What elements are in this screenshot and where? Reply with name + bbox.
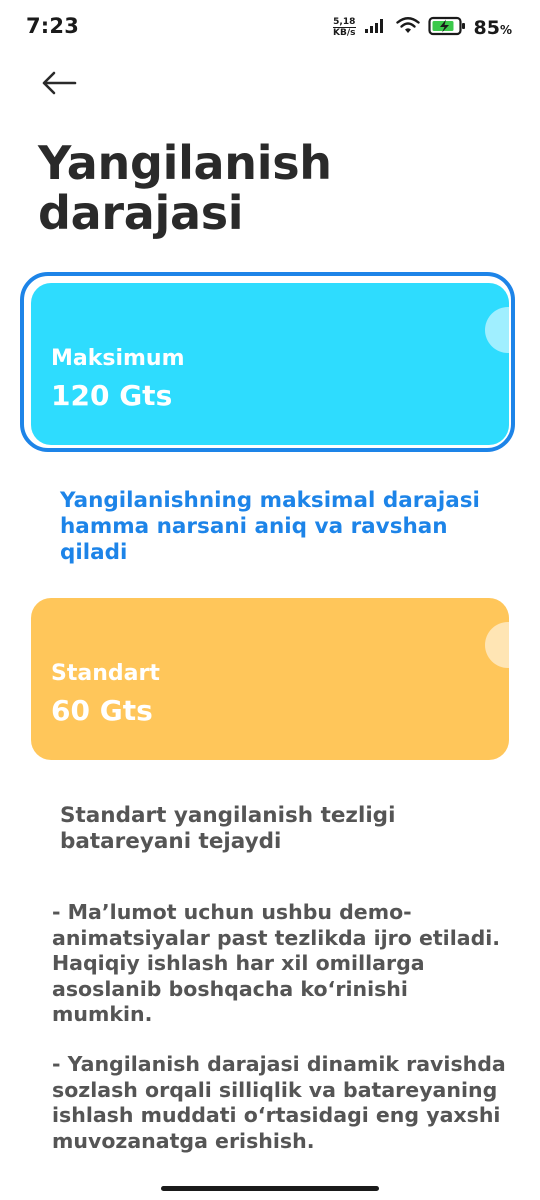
option-card-standart[interactable]: Standart 60 Gts [31,598,509,760]
option-name: Maksimum [51,346,185,371]
back-button[interactable] [38,64,80,102]
option-description-standart: Standart yangilanish tezligi batareyani … [60,803,396,854]
option-description-maksimum: Yangilanishning maksimal darajasi hamma … [60,488,480,565]
network-speed: 5,18 KB/s [333,17,356,38]
status-icons: 5,18 KB/s 85% [333,16,512,40]
info-note: - Ma’lumot uchun ushbu demo-animatsiyala… [52,900,501,1026]
battery-charging-icon [427,16,466,40]
arrow-left-icon [42,71,77,95]
wifi-icon [395,17,420,39]
signal-icon [364,18,388,38]
home-indicator[interactable] [161,1186,379,1191]
card-toggle-knob [485,307,509,353]
network-speed-value: 5,18 [333,17,356,27]
status-time: 7:23 [26,14,80,38]
option-value: 60 Gts [51,694,153,727]
battery-percent-sign: % [499,23,512,37]
status-bar: 7:23 5,18 KB/s 85% [0,0,540,56]
battery-percent-value: 85 [473,17,500,39]
option-value: 120 Gts [51,379,173,412]
option-name: Standart [51,661,160,686]
option-card-maksimum[interactable]: Maksimum 120 Gts [31,283,509,445]
info-note: - Yangilanish darajasi dinamik ravishda … [52,1052,506,1153]
network-speed-unit: KB/s [333,27,356,38]
card-toggle-knob [485,622,509,668]
page-title: Yangilanish darajasi [38,136,332,240]
battery-percentage: 85% [474,17,512,39]
